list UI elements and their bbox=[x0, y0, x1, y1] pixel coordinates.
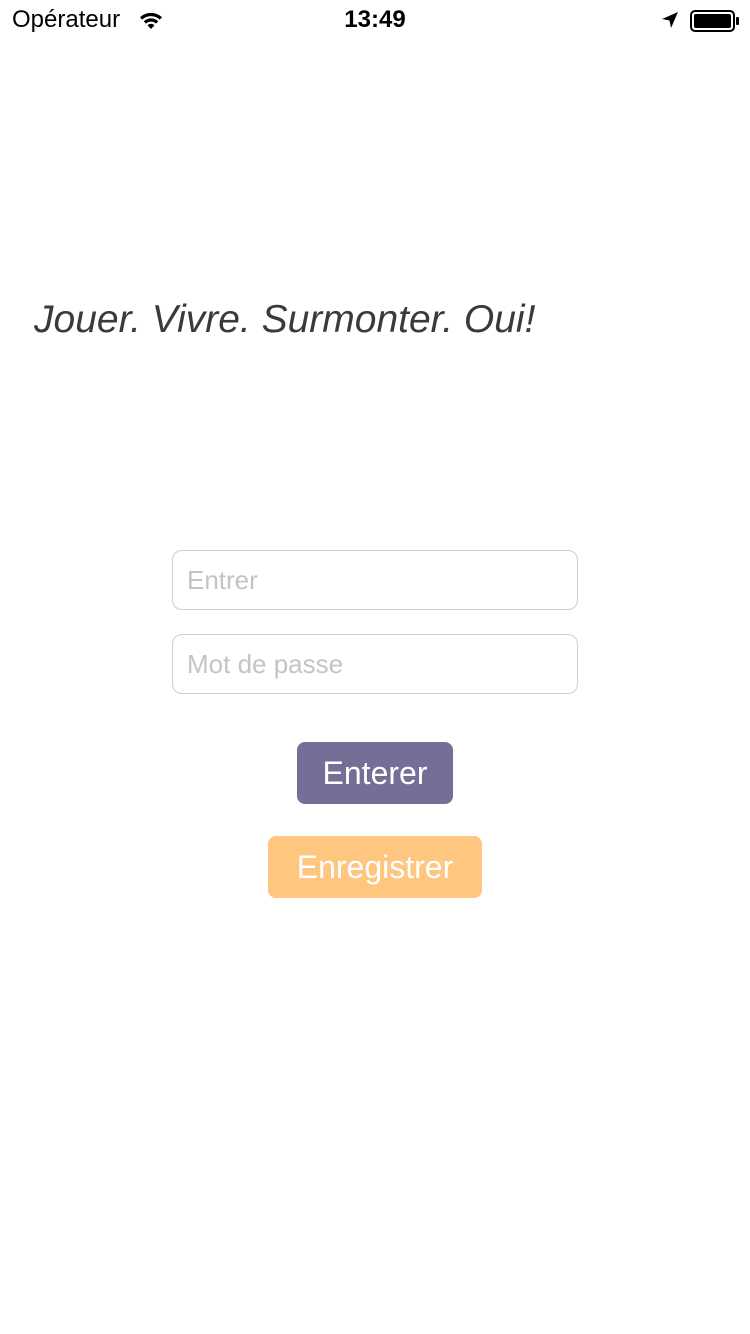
register-button[interactable]: Enregistrer bbox=[268, 836, 482, 898]
login-input[interactable] bbox=[172, 550, 578, 610]
wifi-icon bbox=[140, 12, 162, 29]
tagline: Jouer. Vivre. Surmonter. Oui! bbox=[34, 298, 536, 341]
carrier-label: Opérateur bbox=[12, 6, 121, 33]
battery-icon bbox=[690, 10, 739, 32]
status-time: 13:49 bbox=[344, 6, 406, 33]
enter-button[interactable]: Enterer bbox=[297, 742, 453, 804]
password-input[interactable] bbox=[172, 634, 578, 694]
location-arrow-icon bbox=[662, 12, 678, 28]
status-bar: Opérateur 13:49 bbox=[0, 0, 750, 40]
